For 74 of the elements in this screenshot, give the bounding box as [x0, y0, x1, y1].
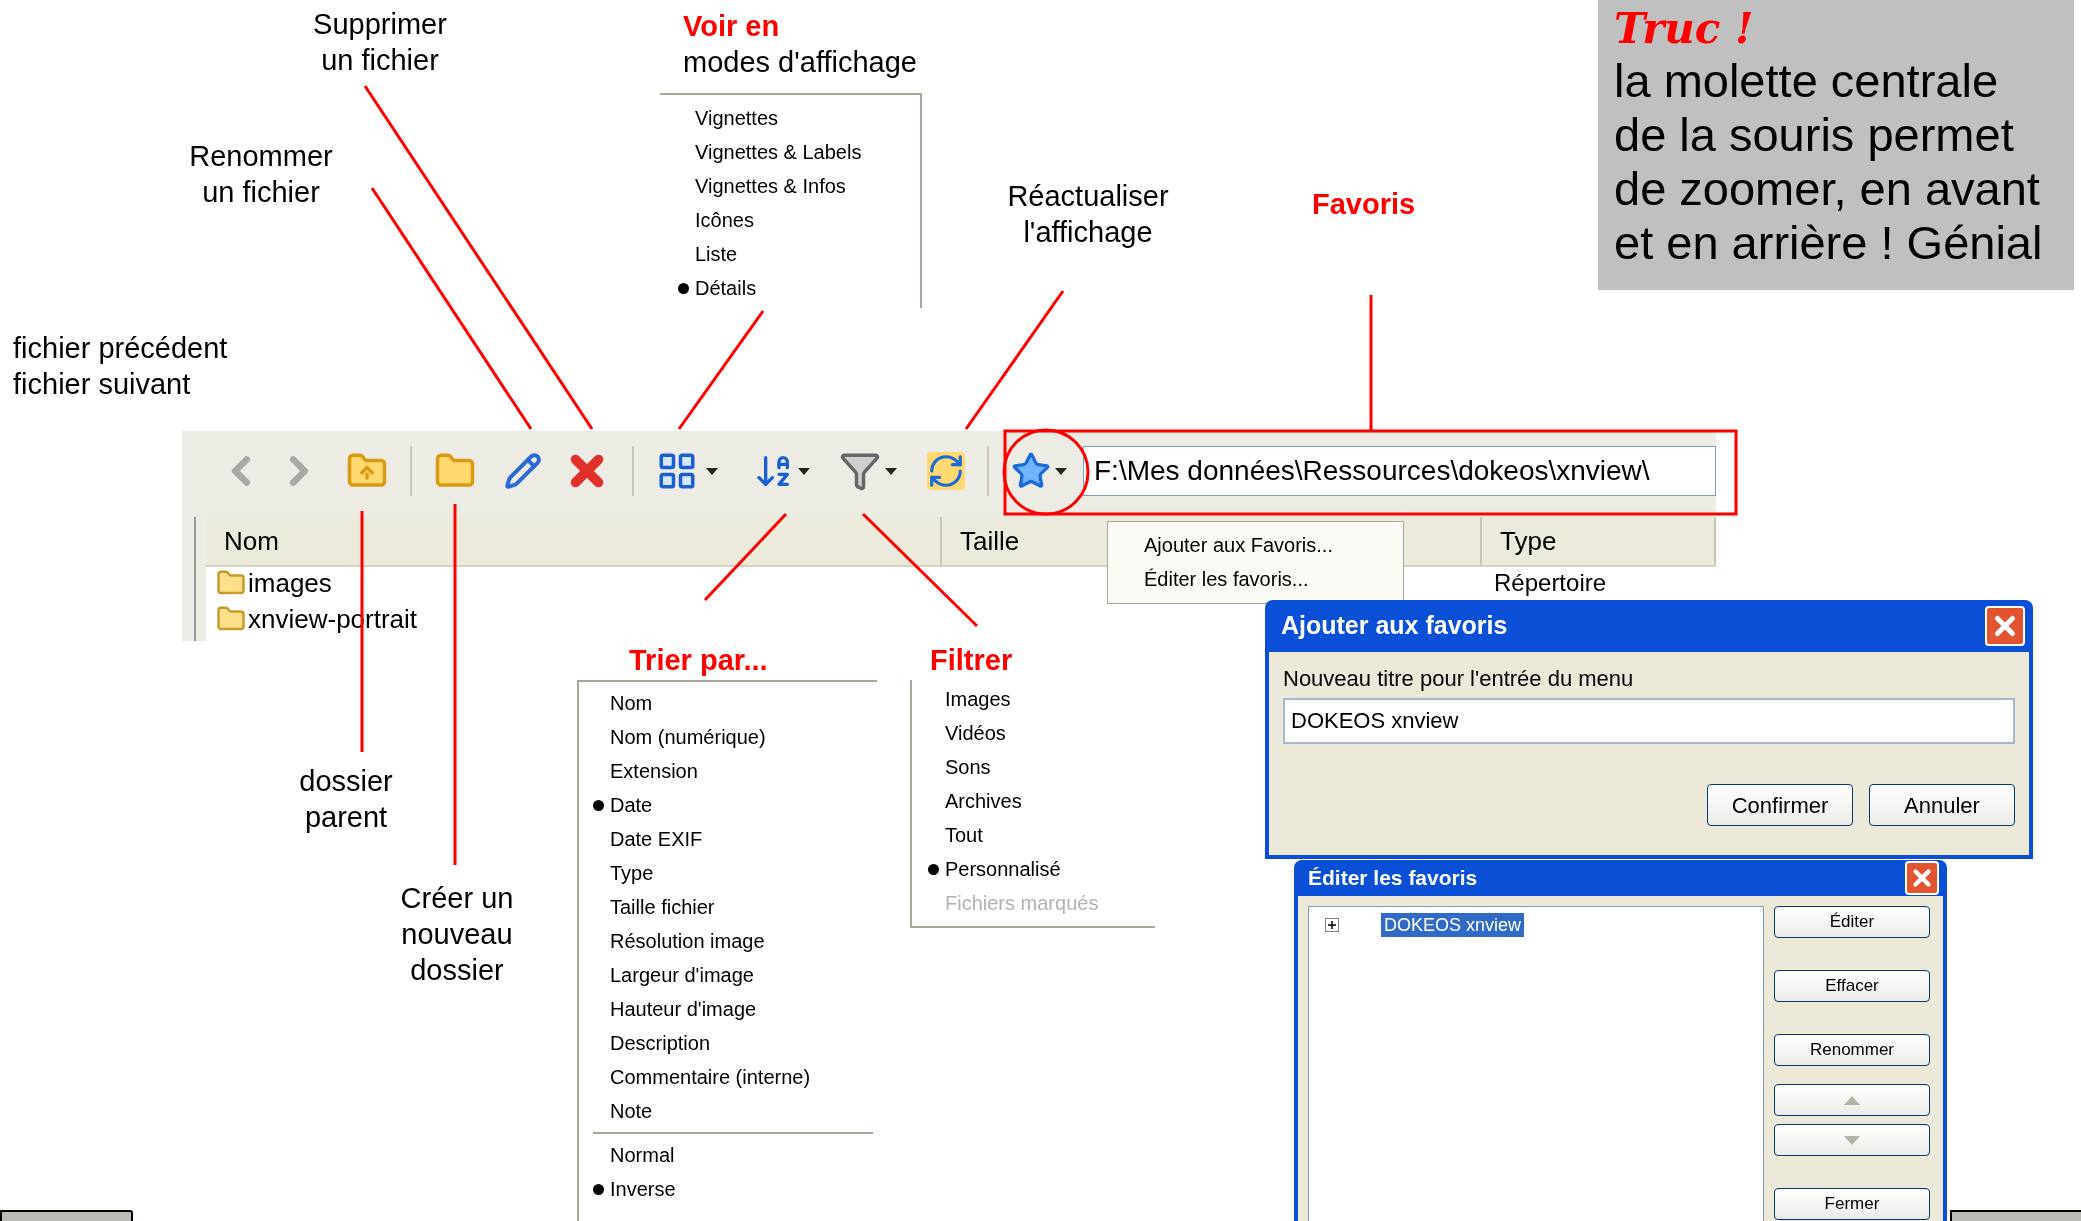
menu-item[interactable]: Vignettes & Infos [678, 169, 846, 203]
menu-item[interactable]: Archives [928, 784, 1022, 818]
menu-item[interactable]: Détails [678, 271, 757, 305]
menu-item[interactable]: Résolution image [593, 924, 765, 958]
menu-item[interactable]: Liste [678, 237, 738, 271]
menu-item[interactable]: Personnalisé [928, 852, 1061, 886]
pencil-icon[interactable] [504, 452, 542, 490]
menu-item[interactable]: Ajouter aux Favoris... [1144, 528, 1403, 562]
callout-text: Renommer un fichier [189, 139, 333, 210]
refresh-icon[interactable] [927, 452, 965, 490]
callout-text: dossier parent [299, 764, 393, 835]
menu-item[interactable]: Date EXIF [593, 822, 703, 856]
file-name[interactable]: images [248, 568, 332, 598]
close-button[interactable] [1985, 606, 2025, 646]
dialog-button[interactable]: Annuler [1869, 784, 2015, 826]
menu-item[interactable]: Commentaire (interne) [593, 1060, 811, 1094]
dialog-button[interactable]: Confirmer [1707, 784, 1853, 826]
menu-item[interactable]: Date [593, 788, 653, 822]
dialog-button[interactable]: Effacer [1774, 970, 1930, 1002]
caret-icon [885, 467, 897, 475]
menu-item[interactable]: Type [593, 856, 654, 890]
callout-heading: Voir en [683, 9, 780, 44]
tree-item[interactable]: DOKEOS xnview [1381, 913, 1525, 937]
menu-item[interactable]: Nom [593, 686, 653, 720]
menu-item[interactable]: Taille fichier [593, 890, 715, 924]
bullet-icon [928, 863, 939, 875]
menu-item[interactable]: Vidéos [928, 716, 1006, 750]
menu-item[interactable]: Note [593, 1094, 653, 1128]
column-header[interactable]: Nom [206, 517, 942, 565]
callout-heading: Trier par... [629, 643, 768, 678]
menu-item[interactable]: Images [928, 682, 1011, 716]
tip-text: la molette centrale de la souris permet de zoomer, en avant et en arrière ! Génial [1614, 54, 2044, 270]
plus-box-icon[interactable] [1325, 918, 1339, 932]
down-arrow-icon [1844, 1135, 1860, 1145]
callout-text: modes d'affichage [683, 45, 917, 80]
callout-text: Supprimer un fichier [313, 7, 447, 78]
menu-item[interactable]: Vignettes & Labels [678, 135, 862, 169]
tip-title: Truc ! [1614, 4, 1755, 54]
column-header[interactable]: Type [1482, 517, 1716, 565]
caret-icon [1055, 467, 1067, 475]
menu-item[interactable]: Icônes [678, 203, 754, 237]
dialog-title: Éditer les favoris [1308, 865, 1478, 892]
star-icon[interactable] [1011, 451, 1051, 491]
menu-item[interactable]: Description [593, 1026, 711, 1060]
callout-text: Réactualiser l'affichage [1007, 179, 1169, 250]
bullet-icon [678, 282, 689, 294]
caret-icon [706, 467, 718, 475]
menu-item[interactable]: Extension [593, 754, 698, 788]
up-arrow-icon [1844, 1095, 1860, 1105]
dialog-title: Ajouter aux favoris [1281, 610, 1508, 642]
callout-heading: Filtrer [930, 643, 1013, 678]
address-field[interactable]: F:\Mes données\Ressources\dokeos\xnview\ [1083, 446, 1716, 496]
menu-item[interactable]: Tout [928, 818, 983, 852]
callout-heading: Favoris [1312, 187, 1416, 222]
callout-text: Créer un nouveau dossier [400, 881, 514, 988]
close-button[interactable] [1905, 861, 1939, 895]
menu-item[interactable]: Sons [928, 750, 991, 784]
menu-item[interactable]: Éditer les favoris... [1144, 562, 1403, 596]
menu-item[interactable]: Normal [593, 1138, 675, 1172]
callout-text: fichier précédent fichier suivant [13, 331, 228, 402]
menu-item[interactable]: Inverse [593, 1172, 676, 1206]
caret-icon [798, 467, 810, 475]
menu-item[interactable]: Largeur d'image [593, 958, 754, 992]
menu-item[interactable]: Nom (numérique) [593, 720, 766, 754]
menu-item[interactable]: Hauteur d'image [593, 992, 757, 1026]
bullet-icon [593, 1183, 604, 1195]
menu-item[interactable]: Vignettes [678, 101, 779, 135]
dialog-button[interactable]: Fermer [1774, 1188, 1930, 1220]
dialog-button[interactable]: Renommer [1774, 1034, 1930, 1066]
dialog-button[interactable]: Éditer [1774, 906, 1930, 938]
bullet-icon [593, 799, 604, 811]
field-label: Nouveau titre pour l'entrée du menu [1283, 665, 1635, 693]
table-cell-text: Répertoire [1493, 569, 1607, 597]
title-input[interactable]: DOKEOS xnview [1283, 698, 2015, 744]
